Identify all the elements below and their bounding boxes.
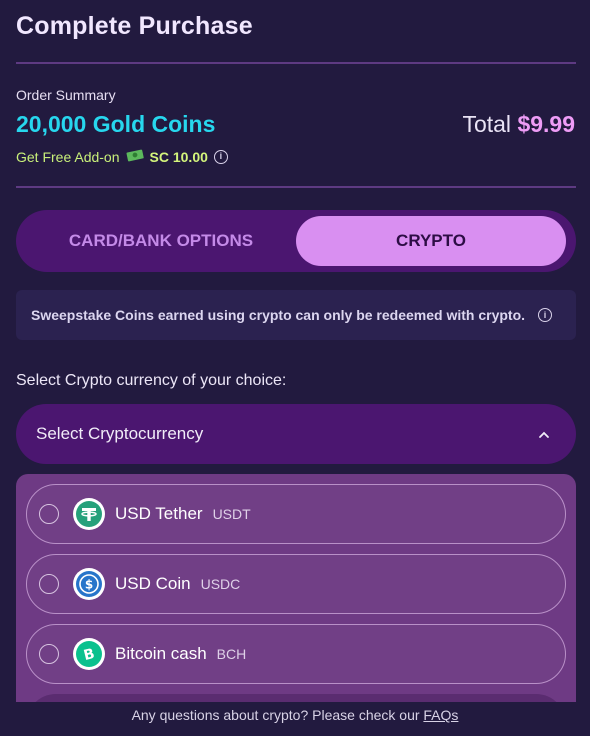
order-summary-label: Order Summary: [16, 87, 116, 103]
crypto-select[interactable]: Select Cryptocurrency: [16, 404, 576, 464]
crypto-prompt: Select Crypto currency of your choice:: [16, 372, 287, 389]
radio-button[interactable]: [39, 644, 59, 664]
option-name: USD Tether: [115, 504, 203, 523]
free-addon: Get Free Add-on SC 10.00 i: [16, 148, 228, 165]
notice-info-icon[interactable]: i: [538, 308, 552, 322]
crypto-option-partial[interactable]: [26, 694, 566, 702]
addon-value: SC 10.00: [149, 148, 208, 165]
chevron-up-icon: [538, 426, 550, 443]
tab-crypto[interactable]: CRYPTO: [296, 216, 566, 266]
crypto-select-value: Select Cryptocurrency: [36, 424, 204, 443]
divider: [16, 62, 576, 64]
total-amount: $9.99: [517, 111, 575, 137]
option-code: USDT: [212, 506, 251, 522]
svg-text:$: $: [85, 578, 93, 592]
page-title: Complete Purchase: [16, 12, 253, 40]
option-name: Bitcoin cash: [115, 644, 207, 663]
radio-button[interactable]: [39, 574, 59, 594]
footer-help: Any questions about crypto? Please check…: [0, 707, 590, 723]
order-total: Total $9.99: [462, 111, 575, 138]
money-icon: [126, 148, 144, 165]
faqs-link[interactable]: FAQs: [423, 707, 458, 723]
bitcoin-cash-icon: B: [73, 638, 105, 670]
notice-text: Sweepstake Coins earned using crypto can…: [31, 307, 526, 323]
option-code: USDC: [200, 576, 241, 592]
crypto-options-list: USD Tether USDT $ USD Coin USDC B Bitcoi…: [16, 474, 576, 702]
addon-info-icon[interactable]: i: [213, 149, 228, 164]
addon-label: Get Free Add-on: [16, 148, 120, 165]
footer-text: Any questions about crypto? Please check…: [131, 707, 420, 723]
divider: [16, 186, 576, 188]
crypto-notice: Sweepstake Coins earned using crypto can…: [16, 290, 576, 340]
tab-card-bank-options[interactable]: CARD/BANK OPTIONS: [26, 216, 296, 266]
tether-icon: [73, 498, 105, 530]
crypto-option-bch[interactable]: B Bitcoin cash BCH: [26, 624, 566, 684]
product-name: 20,000 Gold Coins: [16, 111, 216, 137]
crypto-option-usdt[interactable]: USD Tether USDT: [26, 484, 566, 544]
radio-button[interactable]: [39, 504, 59, 524]
option-code: BCH: [216, 646, 247, 662]
total-label: Total: [462, 111, 512, 137]
usdc-icon: $: [73, 568, 105, 600]
option-name: USD Coin: [115, 574, 191, 593]
payment-method-tabs: CARD/BANK OPTIONS CRYPTO: [16, 210, 576, 272]
crypto-option-usdc[interactable]: $ USD Coin USDC: [26, 554, 566, 614]
